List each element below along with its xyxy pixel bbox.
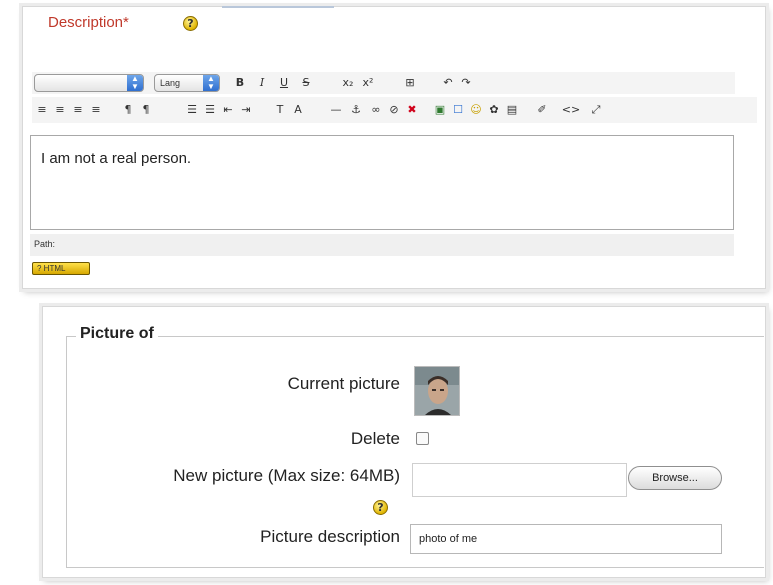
description-label-text: Description bbox=[48, 14, 124, 31]
picture-fieldset-legend: Picture of bbox=[76, 325, 158, 343]
clean-word-icon[interactable]: ⊞ bbox=[402, 75, 418, 91]
required-marker: * bbox=[123, 14, 129, 31]
smiley-icon[interactable]: ☺ bbox=[468, 102, 484, 118]
subscript-icon[interactable]: x₂ bbox=[340, 75, 356, 91]
description-editor[interactable]: I am not a real person. bbox=[30, 135, 734, 230]
nolink-icon[interactable]: ✖ bbox=[404, 102, 420, 118]
editor-toolbar-row-2: ≡ ≡ ≡ ≡ ¶ ¶ ☰ ☰ ⇤ ⇥ T A — ⚓ ∞ ⊘ ✖ ▣ ☐ ☺ … bbox=[32, 97, 757, 123]
special-char-icon[interactable]: ✿ bbox=[486, 102, 502, 118]
unordered-list-icon[interactable]: ☰ bbox=[202, 102, 218, 118]
picture-description-input[interactable] bbox=[410, 524, 722, 554]
path-label: Path: bbox=[34, 239, 56, 249]
editor-content: I am not a real person. bbox=[41, 150, 192, 167]
redo-icon[interactable]: ↷ bbox=[458, 75, 474, 91]
spellcheck-icon[interactable]: ✐ bbox=[534, 102, 550, 118]
fullscreen-icon[interactable]: ⤢ bbox=[588, 102, 604, 118]
current-picture-label: Current picture bbox=[287, 374, 400, 393]
align-center-icon[interactable]: ≡ bbox=[52, 102, 68, 118]
superscript-icon[interactable]: x² bbox=[360, 75, 376, 91]
font-select[interactable]: ▲ ▼ bbox=[34, 74, 144, 92]
text-color-icon[interactable]: T bbox=[272, 102, 288, 118]
align-justify-icon[interactable]: ≡ bbox=[88, 102, 104, 118]
browse-button[interactable]: Browse... bbox=[628, 466, 722, 490]
delete-label: Delete bbox=[350, 429, 400, 448]
delete-checkbox[interactable] bbox=[416, 432, 429, 445]
tab-hint-bar bbox=[222, 6, 334, 8]
align-left-icon[interactable]: ≡ bbox=[34, 102, 50, 118]
ltr-icon[interactable]: ¶ bbox=[120, 102, 136, 118]
anchor-icon[interactable]: ⚓ bbox=[348, 102, 364, 118]
html-source-icon[interactable]: <> bbox=[560, 102, 582, 118]
picture-description-label: Picture description bbox=[260, 527, 400, 546]
lang-select-value: Lang bbox=[160, 78, 181, 88]
html-help-button[interactable]: ? HTML bbox=[32, 262, 90, 275]
lang-select[interactable]: Lang ▲ ▼ bbox=[154, 74, 220, 92]
outdent-icon[interactable]: ⇤ bbox=[220, 102, 236, 118]
italic-icon[interactable]: I bbox=[254, 75, 270, 91]
font-select-arrows-icon: ▲ ▼ bbox=[127, 75, 143, 91]
indent-icon[interactable]: ⇥ bbox=[238, 102, 254, 118]
link-icon[interactable]: ∞ bbox=[368, 102, 384, 118]
new-picture-help-icon[interactable]: ? bbox=[373, 500, 388, 515]
insert-table-icon[interactable]: ☐ bbox=[450, 102, 466, 118]
editor-path-bar: Path: bbox=[30, 234, 734, 256]
description-label: Description* bbox=[48, 14, 129, 31]
rtl-icon[interactable]: ¶ bbox=[138, 102, 154, 118]
new-picture-label: New picture (Max size: 64MB) bbox=[173, 466, 400, 485]
ordered-list-icon[interactable]: ☰ bbox=[184, 102, 200, 118]
insert-image-icon[interactable]: ▣ bbox=[432, 102, 448, 118]
unlink-icon[interactable]: ⊘ bbox=[386, 102, 402, 118]
align-right-icon[interactable]: ≡ bbox=[70, 102, 86, 118]
horizontal-rule-icon[interactable]: — bbox=[328, 102, 344, 118]
person-photo-icon bbox=[415, 367, 459, 415]
bold-icon[interactable]: B bbox=[232, 75, 248, 91]
underline-icon[interactable]: U bbox=[276, 75, 292, 91]
editor-toolbar-row-1: ▲ ▼ Lang ▲ ▼ B I U S x₂ x² ⊞ ↶ ↷ bbox=[32, 72, 735, 94]
undo-icon[interactable]: ↶ bbox=[440, 75, 456, 91]
strikethrough-icon[interactable]: S bbox=[298, 75, 314, 91]
description-help-icon[interactable]: ? bbox=[183, 16, 198, 31]
search-replace-icon[interactable]: ▤ bbox=[504, 102, 520, 118]
current-picture-avatar bbox=[414, 366, 460, 416]
highlight-color-icon[interactable]: A bbox=[290, 102, 306, 118]
lang-select-arrows-icon: ▲ ▼ bbox=[203, 75, 219, 91]
new-picture-file-input[interactable] bbox=[412, 463, 627, 497]
